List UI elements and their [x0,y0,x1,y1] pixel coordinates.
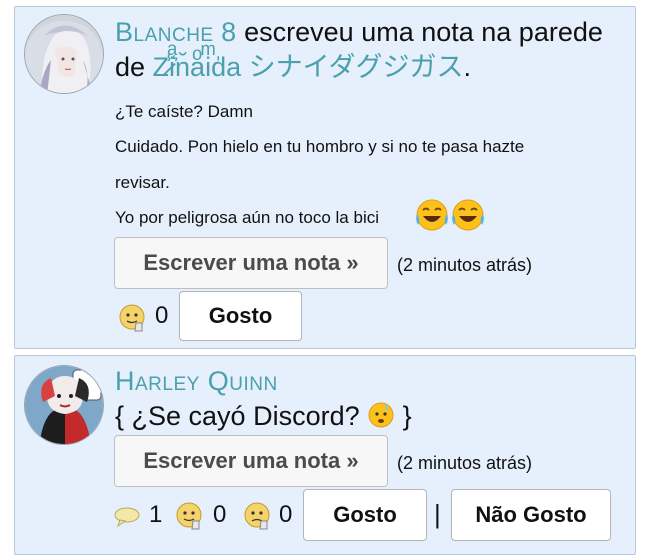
note-text-line: ¿Te caíste? Damn [115,102,253,121]
note-text-close: } [395,401,412,431]
dislike-count: 0 [279,501,293,528]
thumbs-down-face-icon [244,502,270,530]
avatar[interactable] [24,365,104,445]
button-separator: | [434,499,441,529]
write-note-button[interactable]: Escrever uma nota » [114,237,388,289]
write-note-button[interactable]: Escrever uma nota » [114,435,388,487]
target-katakana-link[interactable]: シナイダグジガス [249,52,464,82]
note-text-line: Cuidado. Pon hielo en tu hombro y si no … [115,137,525,156]
like-button[interactable]: Gosto [179,291,302,341]
note-text: { ¿Se cayó Discord? [115,401,368,431]
avatar[interactable] [24,14,104,94]
author-name-link[interactable]: Blanche [115,17,214,47]
dislike-button[interactable]: Não Gosto [451,489,611,541]
wall-note-card: Blanche 8 escreveu uma nota na parede de… [14,6,636,349]
author-name-link[interactable]: Harley Quinn [115,366,278,396]
anxious-face-icon [368,402,394,428]
author-name-suffix[interactable]: 8 [221,17,237,47]
speech-bubble-icon [114,507,140,528]
time-ago: (2 minutos atrás) [397,255,533,275]
like-count: 0 [155,302,169,329]
note-text-line: revisar. [115,173,170,192]
thumbs-face-icon [176,502,202,530]
note-verb: escreveu uma nota na parede [236,17,603,47]
wall-note-card: Harley Quinn { ¿Se cayó Discord? } Escre… [14,355,636,555]
time-ago: (2 minutos atrás) [397,453,533,473]
like-button[interactable]: Gosto [303,489,427,541]
face-with-tears-of-joy-icon [452,199,484,231]
target-name-link[interactable]: Z̷̾iͣ͛n̆aͦiͫd̍a [153,52,242,82]
like-count: 0 [213,501,227,528]
headline-period: . [463,52,472,82]
note-preposition: de [115,52,153,82]
thumbs-face-icon [119,304,145,332]
note-headline: Harley Quinn { ¿Se cayó Discord? } [115,364,625,434]
note-headline: Blanche 8 escreveu uma nota na parede de… [115,15,625,85]
face-with-tears-of-joy-icon [416,199,448,231]
comment-count: 1 [149,501,163,528]
note-text-line: Yo por peligrosa aún no toco la bici [115,208,379,227]
